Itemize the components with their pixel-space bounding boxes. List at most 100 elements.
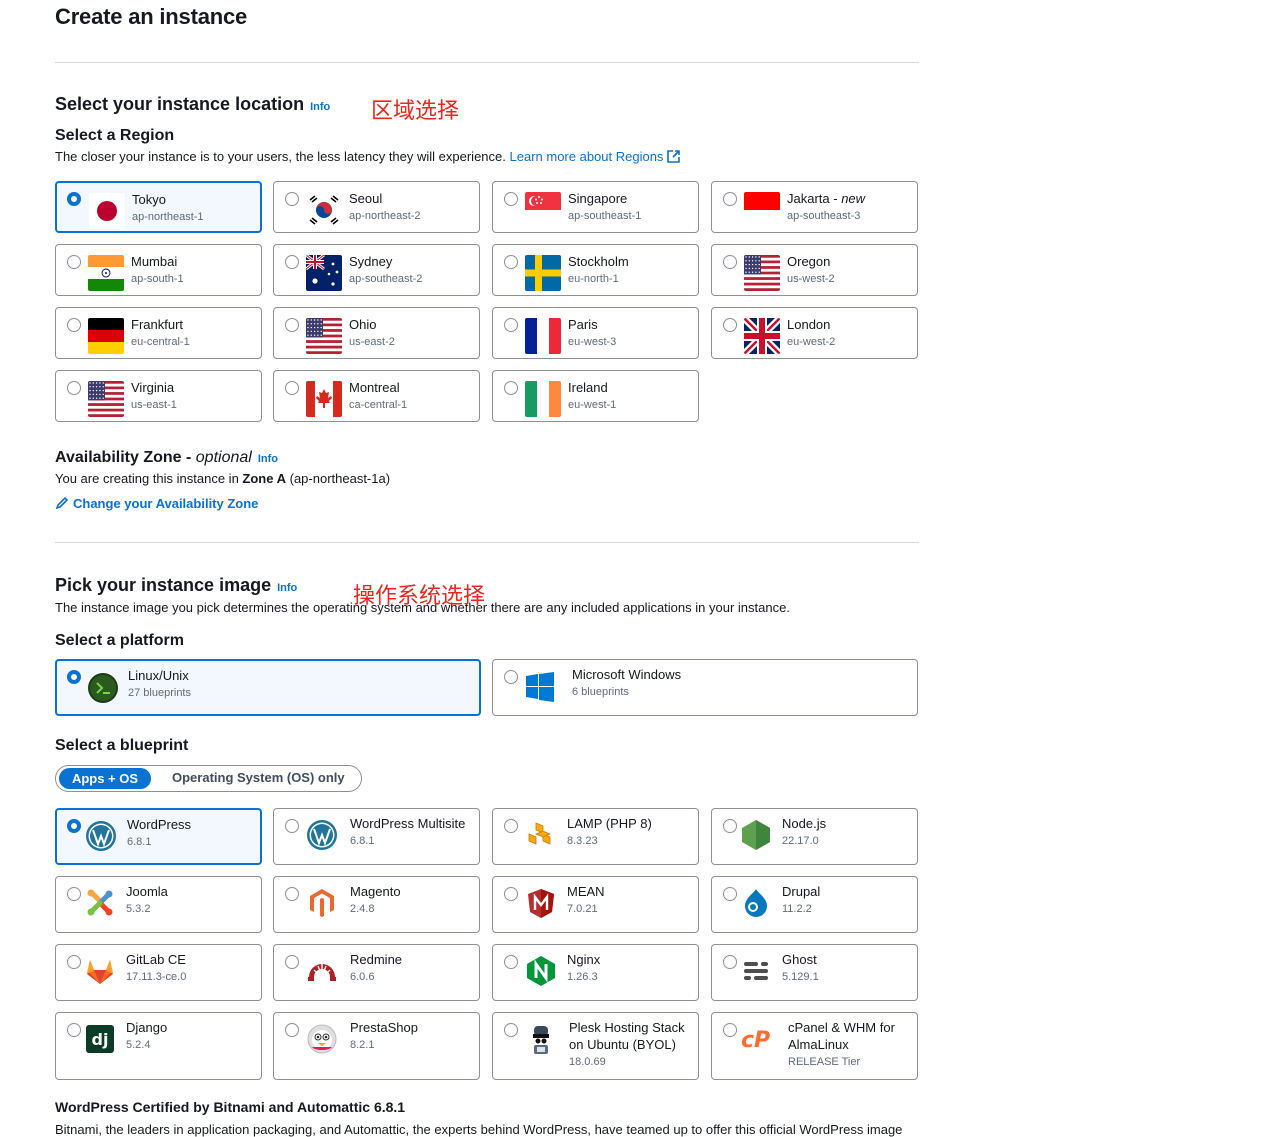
region-card-ap-south-1[interactable]: Mumbai ap-south-1: [55, 244, 262, 296]
region-radio[interactable]: [504, 255, 518, 269]
singapore-flag: [525, 192, 561, 228]
region-code: ap-southeast-3: [787, 210, 861, 222]
blueprint-card[interactable]: Magento 2.4.8: [273, 876, 480, 933]
blueprint-radio[interactable]: [504, 1023, 518, 1037]
blueprint-card[interactable]: LAMP (PHP 8) 8.3.23: [492, 808, 699, 865]
region-radio[interactable]: [504, 381, 518, 395]
magento-icon: [306, 887, 338, 919]
blueprint-radio[interactable]: [723, 819, 737, 833]
blueprint-type-toggle: Apps + OS Operating System (OS) only: [55, 765, 362, 792]
blueprint-card[interactable]: Node.js 22.17.0: [711, 808, 918, 865]
az-info-link[interactable]: Info: [258, 453, 278, 465]
region-radio[interactable]: [723, 255, 737, 269]
image-info-link[interactable]: Info: [277, 582, 297, 594]
tab-apps-os[interactable]: Apps + OS: [59, 768, 151, 789]
france-flag: [525, 318, 561, 354]
blueprint-card[interactable]: Ghost 5.129.1: [711, 944, 918, 1001]
blueprint-radio[interactable]: [67, 819, 81, 833]
radio[interactable]: [504, 670, 518, 684]
blueprint-radio[interactable]: [723, 955, 737, 969]
pencil-icon: [55, 496, 69, 510]
blueprint-card[interactable]: Joomla 5.3.2: [55, 876, 262, 933]
region-name: Jakarta - new: [787, 191, 866, 206]
region-radio[interactable]: [504, 192, 518, 206]
wordpress-icon: [85, 820, 117, 852]
az-description: You are creating this instance in Zone A…: [55, 471, 390, 486]
platform-windows[interactable]: Microsoft Windows 6 blueprints: [492, 659, 918, 716]
blueprint-radio[interactable]: [285, 887, 299, 901]
blueprint-card[interactable]: Plesk Hosting Stack on Ubuntu (BYOL) 18.…: [492, 1012, 699, 1080]
region-card-ap-southeast-2[interactable]: Sydney ap-southeast-2: [273, 244, 480, 296]
certified-title: WordPress Certified by Bitnami and Autom…: [55, 1099, 406, 1115]
platform-linux[interactable]: Linux/Unix 27 blueprints: [55, 659, 481, 716]
region-radio[interactable]: [67, 318, 81, 332]
radio-selected[interactable]: [67, 670, 81, 684]
blueprint-name: WordPress Multisite: [350, 816, 466, 831]
blueprint-card[interactable]: Redmine 6.0.6: [273, 944, 480, 1001]
region-description: The closer your instance is to your user…: [55, 149, 680, 164]
blueprint-radio[interactable]: [67, 1023, 81, 1037]
tab-os-only[interactable]: Operating System (OS) only: [172, 770, 345, 785]
blueprint-card[interactable]: MEAN 7.0.21: [492, 876, 699, 933]
region-radio[interactable]: [285, 255, 299, 269]
blueprint-card[interactable]: WordPress 6.8.1: [55, 808, 262, 865]
region-name: Singapore: [568, 191, 628, 206]
region-card-ap-northeast-2[interactable]: Seoul ap-northeast-2: [273, 181, 480, 233]
blueprint-radio[interactable]: [67, 955, 81, 969]
learn-more-regions-link[interactable]: Learn more about Regions: [510, 149, 664, 164]
terminal-icon: [88, 673, 118, 703]
blueprint-card[interactable]: Drupal 11.2.2: [711, 876, 918, 933]
region-card-eu-west-1[interactable]: Ireland eu-west-1: [492, 370, 699, 422]
location-info-link[interactable]: Info: [310, 101, 330, 113]
region-radio[interactable]: [723, 318, 737, 332]
blueprint-card[interactable]: PrestaShop 8.2.1: [273, 1012, 480, 1080]
blueprint-radio[interactable]: [285, 955, 299, 969]
region-card-us-east-1[interactable]: Virginia us-east-1: [55, 370, 262, 422]
blueprint-name: Nginx: [567, 952, 601, 967]
region-radio[interactable]: [67, 381, 81, 395]
region-radio[interactable]: [723, 192, 737, 206]
region-radio[interactable]: [67, 255, 81, 269]
region-card-eu-west-2[interactable]: London eu-west-2: [711, 307, 918, 359]
region-card-us-west-2[interactable]: Oregon us-west-2: [711, 244, 918, 296]
region-radio[interactable]: [285, 381, 299, 395]
prestashop-icon: [306, 1023, 338, 1055]
uk-flag: [744, 318, 780, 354]
region-card-ap-southeast-3[interactable]: Jakarta - new ap-southeast-3: [711, 181, 918, 233]
blueprint-radio[interactable]: [67, 887, 81, 901]
region-radio[interactable]: [504, 318, 518, 332]
region-card-ca-central-1[interactable]: Montreal ca-central-1: [273, 370, 480, 422]
blueprint-card[interactable]: Nginx 1.26.3: [492, 944, 699, 1001]
platform-name: Microsoft Windows: [572, 667, 682, 682]
blueprint-radio[interactable]: [723, 1023, 737, 1037]
change-az-link[interactable]: Change your Availability Zone: [55, 496, 258, 511]
region-code: ap-south-1: [131, 273, 184, 285]
blueprint-version: 6.0.6: [350, 971, 375, 983]
redmine-icon: [306, 955, 338, 987]
blueprint-radio[interactable]: [504, 887, 518, 901]
region-card-ap-southeast-1[interactable]: Singapore ap-southeast-1: [492, 181, 699, 233]
region-radio[interactable]: [285, 192, 299, 206]
blueprint-card[interactable]: dj Django 5.2.4: [55, 1012, 262, 1080]
region-card-eu-central-1[interactable]: Frankfurt eu-central-1: [55, 307, 262, 359]
region-radio[interactable]: [285, 318, 299, 332]
az-optional: optional: [195, 449, 252, 466]
region-card-ap-northeast-1[interactable]: Tokyo ap-northeast-1: [55, 181, 262, 233]
region-radio[interactable]: [67, 192, 81, 206]
blueprint-name-line2: on Ubuntu (BYOL): [569, 1037, 676, 1052]
blueprint-radio[interactable]: [285, 819, 299, 833]
blueprint-radio[interactable]: [504, 819, 518, 833]
blueprint-card[interactable]: cP cPanel & WHM for AlmaLinux RELEASE Ti…: [711, 1012, 918, 1080]
region-card-eu-north-1[interactable]: Stockholm eu-north-1: [492, 244, 699, 296]
blueprint-radio[interactable]: [504, 955, 518, 969]
region-card-us-east-2[interactable]: Ohio us-east-2: [273, 307, 480, 359]
blueprint-radio[interactable]: [723, 887, 737, 901]
blueprint-name: Django: [126, 1020, 168, 1035]
django-icon: dj: [84, 1023, 116, 1055]
blueprint-radio[interactable]: [285, 1023, 299, 1037]
region-card-eu-west-3[interactable]: Paris eu-west-3: [492, 307, 699, 359]
region-name: Sydney: [349, 254, 393, 269]
location-header: Select your instance location Info: [55, 94, 330, 115]
blueprint-card[interactable]: GitLab CE 17.11.3-ce.0: [55, 944, 262, 1001]
blueprint-card[interactable]: WordPress Multisite 6.8.1: [273, 808, 480, 865]
